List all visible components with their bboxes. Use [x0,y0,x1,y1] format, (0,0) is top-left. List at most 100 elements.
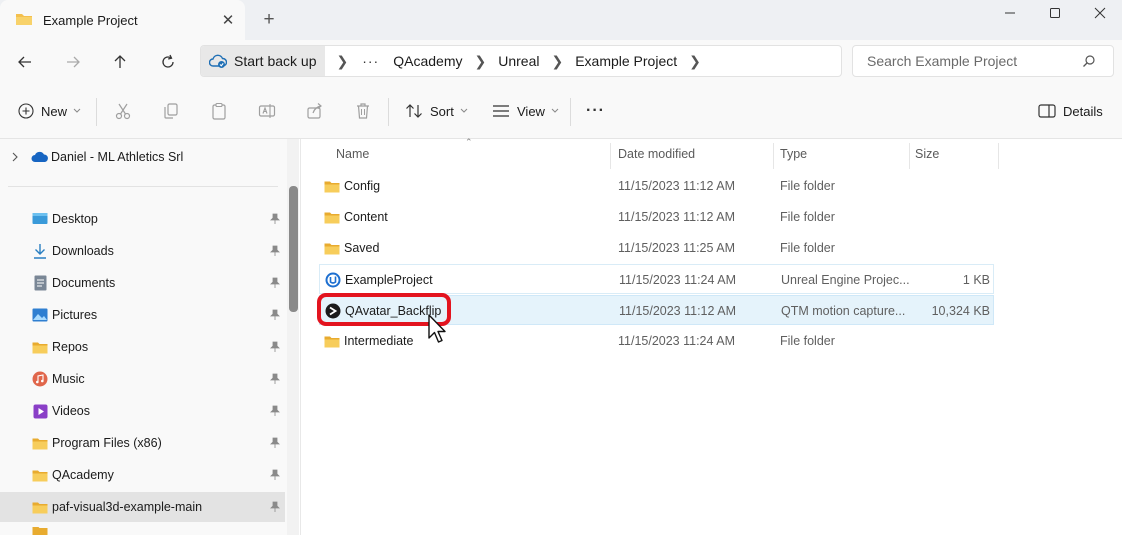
file-date: 11/15/2023 11:12 AM [618,210,735,224]
cut-button[interactable] [112,100,134,122]
file-row-content[interactable]: Content 11/15/2023 11:12 AM File folder [319,202,994,232]
refresh-button[interactable] [154,48,182,76]
mouse-cursor-icon [427,314,447,347]
sidebar-item-videos[interactable]: Videos [0,396,285,426]
paste-button[interactable] [208,100,230,122]
sidebar-item-partial[interactable] [0,527,285,535]
file-name: Intermediate [344,334,414,348]
file-date: 11/15/2023 11:12 AM [619,304,736,318]
new-tab-button[interactable]: + [259,9,279,30]
view-list-icon [493,105,509,117]
column-divider[interactable] [773,143,774,169]
breadcrumb-unreal[interactable]: Unreal [498,53,539,69]
column-header-type[interactable]: Type [780,139,807,169]
file-type: File folder [780,334,835,348]
folder-icon [324,178,340,194]
column-header-size[interactable]: Size [915,139,939,169]
delete-button[interactable] [352,100,374,122]
breadcrumb-qacademy[interactable]: QAcademy [393,53,462,69]
breadcrumb-start-back-up[interactable]: Start back up [201,46,325,76]
sidebar-item-documents[interactable]: Documents [0,268,285,298]
sidebar-item-downloads[interactable]: Downloads [0,236,285,266]
folder-icon [324,333,340,349]
sidebar-item-label: Program Files (x86) [52,436,162,450]
details-button-label: Details [1063,103,1103,119]
copy-button[interactable] [160,100,182,122]
tab-example-project[interactable]: Example Project ✕ [0,0,245,40]
pin-icon[interactable] [270,245,280,260]
new-button[interactable]: New [18,96,81,126]
details-button[interactable]: Details [1038,96,1103,126]
sidebar-item-program-files[interactable]: Program Files (x86) [0,428,285,458]
pin-icon[interactable] [270,213,280,228]
file-name: ExampleProject [345,273,433,287]
pin-icon[interactable] [270,341,280,356]
file-row-saved[interactable]: Saved 11/15/2023 11:25 AM File folder [319,233,994,263]
minimize-button[interactable] [987,0,1033,26]
file-date: 11/15/2023 11:24 AM [618,334,735,348]
file-size: 10,324 KB [931,304,990,318]
sidebar-item-label: Repos [52,340,89,354]
trash-icon [357,103,369,119]
sidebar-item-label: QAcademy [52,468,114,482]
folder-icon [32,527,48,535]
file-row-config[interactable]: Config 11/15/2023 11:12 AM File folder [319,171,994,201]
rename-button[interactable] [256,100,278,122]
up-button[interactable] [106,48,134,76]
search-input[interactable] [867,53,1082,69]
pin-icon[interactable] [270,437,280,452]
copy-icon [164,103,178,119]
breadcrumb-example-project[interactable]: Example Project [575,53,677,69]
sidebar-item-paf-visual3d[interactable]: paf-visual3d-example-main [0,492,285,522]
chevron-down-icon [73,108,81,113]
pin-icon[interactable] [270,501,280,516]
close-icon [1094,7,1106,19]
arrow-up-icon [114,55,126,68]
tab-close-icon[interactable]: ✕ [218,10,238,30]
sort-button[interactable]: Sort [405,96,468,126]
sidebar-item-label: Pictures [52,308,98,322]
file-name: Saved [344,241,380,255]
file-row-intermediate[interactable]: Intermediate 11/15/2023 11:24 AM File fo… [319,326,994,356]
pictures-icon [32,307,48,323]
toolbar-divider [96,98,97,126]
sidebar-scrollbar-thumb[interactable] [289,186,298,312]
sidebar-item-music[interactable]: Music [0,364,285,394]
share-button[interactable] [304,100,326,122]
breadcrumb-more[interactable]: ··· [362,53,379,69]
maximize-button[interactable] [1032,0,1078,26]
view-button[interactable]: View [492,96,559,126]
documents-icon [32,275,48,291]
search-box[interactable] [852,45,1114,77]
pin-icon[interactable] [270,469,280,484]
sidebar-item-desktop[interactable]: Desktop [0,204,285,234]
column-header-name[interactable]: Name [336,139,369,169]
sidebar-item-label: Documents [52,276,116,290]
file-name: Content [344,210,388,224]
sidebar-item-repos[interactable]: Repos [0,332,285,362]
sidebar-item-pictures[interactable]: Pictures [0,300,285,330]
column-header-date-modified[interactable]: Date modified [618,139,695,169]
sidebar-item-qacademy[interactable]: QAcademy [0,460,285,490]
pin-icon[interactable] [270,277,280,292]
folder-icon [15,12,33,29]
breadcrumb[interactable]: Start back up ❯ ··· QAcademy ❯ Unreal ❯ … [200,45,842,77]
column-divider[interactable] [610,143,611,169]
file-row-exampleproject[interactable]: ExampleProject 11/15/2023 11:24 AM Unrea… [319,264,994,294]
pin-icon[interactable] [270,309,280,324]
sidebar-item-onedrive[interactable]: Daniel - ML Athletics Srl [0,139,287,175]
more-options-button[interactable]: ··· [586,96,605,126]
sidebar-item-label: Videos [52,404,90,418]
forward-button[interactable] [59,48,87,76]
chevron-right-icon[interactable]: ❯ [689,53,701,70]
file-type: File folder [780,179,835,193]
paste-icon [212,102,226,120]
back-button[interactable] [11,48,39,76]
pin-icon[interactable] [270,373,280,388]
downloads-icon [32,243,48,259]
close-window-button[interactable] [1077,0,1122,26]
column-divider[interactable] [998,143,999,169]
column-divider[interactable] [909,143,910,169]
title-bar: Example Project ✕ + [0,0,1122,40]
pin-icon[interactable] [270,405,280,420]
